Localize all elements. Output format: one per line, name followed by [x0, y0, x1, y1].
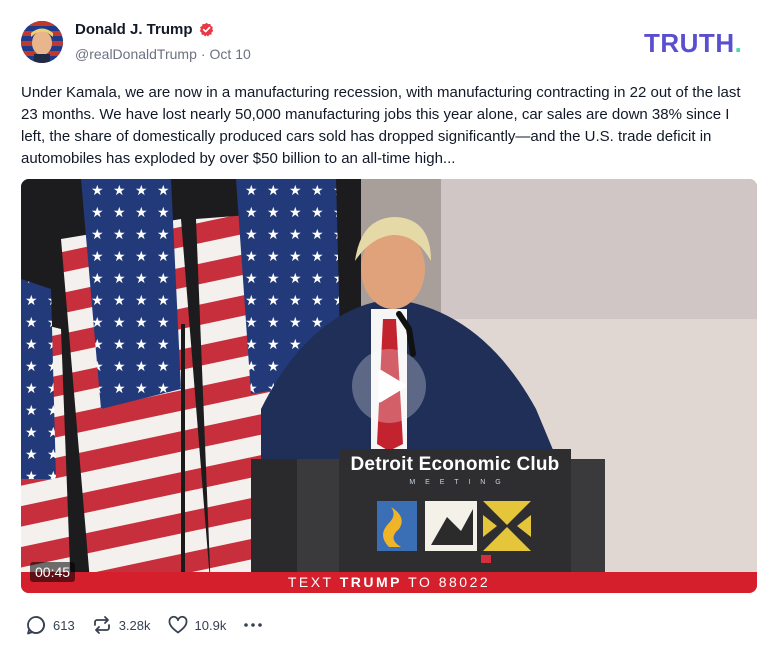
avatar[interactable]: [21, 21, 63, 63]
more-options-button[interactable]: [242, 614, 264, 636]
author-meta: @realDonaldTrump · Oct 10: [75, 46, 251, 62]
video-player[interactable]: ★: [21, 179, 757, 593]
more-icon: [244, 623, 263, 627]
banner-prefix: TEXT: [287, 574, 340, 590]
banner-bold: TRUMP: [339, 574, 403, 590]
play-button[interactable]: [352, 349, 426, 423]
truth-post: Donald J. Trump @realDonaldTrump · Oct 10 …: [0, 0, 778, 655]
like-count: 10.9k: [194, 617, 227, 633]
play-icon: [378, 369, 407, 403]
author-handle[interactable]: @realDonaldTrump: [75, 46, 197, 62]
banner-suffix: TO 88022: [402, 574, 491, 590]
podium-label: Detroit Economic Club: [350, 454, 560, 475]
verified-badge-icon: [199, 22, 213, 37]
truth-logo[interactable]: TRUTH.: [644, 28, 758, 56]
retruth-icon: [93, 616, 110, 634]
retruth-button[interactable]: 3.28k: [91, 614, 151, 636]
retruth-count: 3.28k: [118, 617, 151, 633]
like-button[interactable]: 10.9k: [167, 614, 227, 636]
post-actions: 613 3.28k 10.9k: [25, 613, 280, 637]
post-text: Under Kamala, we are now in a manufactur…: [21, 84, 741, 167]
like-icon: [168, 615, 187, 634]
reply-icon: [27, 616, 45, 635]
svg-text:TRUTH.: TRUTH.: [644, 28, 742, 56]
reply-count: 613: [53, 617, 75, 633]
meta-separator: ·: [200, 46, 206, 62]
podium-sub-label: M E E T I N G: [409, 479, 505, 486]
video-banner-text: TEXT TRUMP TO 88022: [21, 572, 757, 593]
post-date[interactable]: Oct 10: [210, 46, 251, 62]
author-name-row: Donald J. Trump: [75, 21, 214, 38]
author-display-name[interactable]: Donald J. Trump: [75, 21, 193, 38]
reply-button[interactable]: 613: [25, 614, 75, 636]
